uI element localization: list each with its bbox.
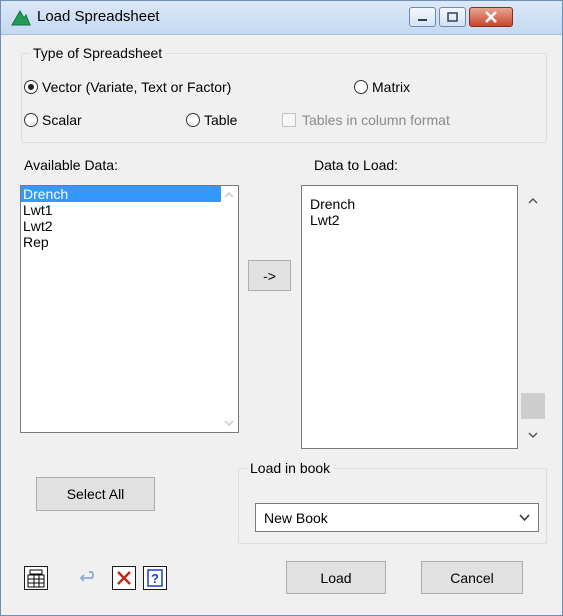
move-to-load-label: -> <box>263 267 276 284</box>
chevron-down-icon <box>519 514 530 522</box>
to-load-item[interactable]: Drench <box>308 196 517 212</box>
data-to-load-label: Data to Load: <box>314 157 399 173</box>
undo-icon[interactable] <box>77 566 101 590</box>
svg-text:?: ? <box>151 571 159 586</box>
data-to-load-listbox[interactable]: Drench Lwt2 <box>301 185 518 449</box>
scroll-up-icon[interactable] <box>528 196 538 206</box>
cancel-button[interactable]: Cancel <box>421 561 523 594</box>
radio-scalar-dot[interactable] <box>24 113 38 127</box>
radio-vector-dot[interactable] <box>24 80 38 94</box>
tables-column-format-checkbox[interactable]: Tables in column format <box>282 112 450 128</box>
help-glyph: ? <box>147 569 163 587</box>
spreadsheet-type-legend: Type of Spreadsheet <box>33 45 163 61</box>
app-icon <box>11 9 31 26</box>
scroll-up-icon[interactable] <box>224 190 234 200</box>
move-to-load-button[interactable]: -> <box>248 260 291 291</box>
maximize-icon <box>447 12 458 22</box>
minimize-icon <box>418 19 427 21</box>
available-data-label: Available Data: <box>24 157 118 173</box>
radio-matrix-label: Matrix <box>372 79 411 95</box>
maximize-button[interactable] <box>439 7 466 27</box>
radio-table[interactable]: Table <box>186 112 237 128</box>
delete-glyph <box>117 571 131 585</box>
book-select[interactable]: New Book <box>255 503 539 532</box>
tables-column-format-label: Tables in column format <box>302 112 450 128</box>
load-in-book-legend: Load in book <box>250 460 331 476</box>
tables-column-format-box[interactable] <box>282 113 296 127</box>
available-item[interactable]: Drench <box>21 186 238 202</box>
select-all-label: Select All <box>66 486 125 502</box>
help-icon[interactable]: ? <box>143 566 167 590</box>
undo-glyph <box>79 571 94 582</box>
available-item[interactable]: Rep <box>21 234 238 250</box>
spreadsheet-icon[interactable] <box>24 566 48 590</box>
radio-scalar[interactable]: Scalar <box>24 112 82 128</box>
radio-table-dot[interactable] <box>186 113 200 127</box>
spreadsheet-glyph <box>27 569 45 588</box>
scroll-down-icon[interactable] <box>224 418 234 428</box>
to-load-scrollbar[interactable] <box>521 185 545 449</box>
radio-table-label: Table <box>204 112 238 128</box>
available-item[interactable]: Lwt2 <box>21 218 238 234</box>
radio-vector[interactable]: Vector (Variate, Text or Factor) <box>24 79 231 95</box>
available-item[interactable]: Lwt1 <box>21 202 238 218</box>
to-load-item[interactable]: Lwt2 <box>308 212 517 228</box>
load-spreadsheet-dialog: Load Spreadsheet Type of Spreadsheet Vec… <box>0 0 563 616</box>
load-label: Load <box>320 569 352 586</box>
load-button[interactable]: Load <box>286 561 386 594</box>
delete-icon[interactable] <box>112 566 136 590</box>
title-bar[interactable]: Load Spreadsheet <box>1 1 562 35</box>
radio-matrix[interactable]: Matrix <box>354 79 410 95</box>
scroll-down-icon[interactable] <box>528 430 538 440</box>
radio-scalar-label: Scalar <box>42 112 82 128</box>
radio-vector-label: Vector (Variate, Text or Factor) <box>42 79 232 95</box>
available-data-listbox[interactable]: Drench Lwt1 Lwt2 Rep <box>20 185 239 433</box>
window-title: Load Spreadsheet <box>37 8 160 25</box>
close-icon <box>485 11 497 23</box>
select-all-button[interactable]: Select All <box>36 477 155 511</box>
scrollbar-thumb[interactable] <box>521 393 545 419</box>
close-button[interactable] <box>469 7 513 27</box>
radio-matrix-dot[interactable] <box>354 80 368 94</box>
cancel-label: Cancel <box>450 569 494 586</box>
available-scrollbar[interactable] <box>221 186 238 432</box>
book-select-value: New Book <box>264 509 328 526</box>
minimize-button[interactable] <box>409 7 436 27</box>
